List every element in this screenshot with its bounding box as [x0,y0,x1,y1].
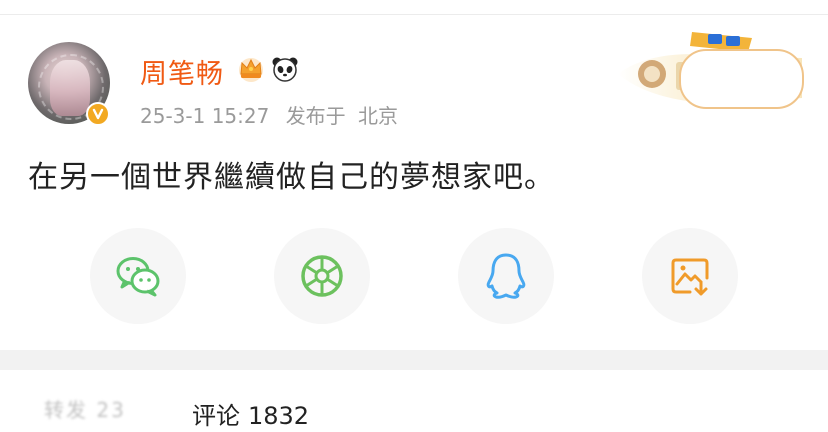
comments-label: 评论 [192,402,240,430]
post-location: 北京 [358,104,399,128]
fan-card-decoration[interactable] [612,28,808,114]
post-time: 25-3-1 15:27 [140,104,270,128]
weibo-post-screen: 周笔畅 25-3-1 15:27 发布于 北京 在另一個世界繼續做自己的夢想家吧… [0,0,828,432]
section-gap [0,350,828,370]
wechat-icon [116,257,160,297]
qq-icon [486,253,526,299]
share-qq-button[interactable] [458,228,554,324]
tab-reposts[interactable]: 转发 23 [44,394,126,423]
avatar-figure-shape [50,60,90,116]
share-moments-button[interactable] [274,228,370,324]
moments-icon [301,255,343,297]
crown-icon[interactable] [236,54,266,84]
post-meta: 25-3-1 15:27 发布于 北京 [140,100,398,129]
post-text: 在另一個世界繼續做自己的夢想家吧。 [28,160,555,195]
username[interactable]: 周笔畅 [140,52,224,91]
verified-v-icon [86,102,110,126]
tab-comments[interactable]: 评论 1832 [192,396,309,431]
posted-at-label: 发布于 [285,104,346,128]
save-image-icon [671,258,709,296]
save-image-button[interactable] [642,228,738,324]
top-divider [0,14,828,15]
comments-count: 1832 [248,402,310,430]
panda-icon[interactable] [270,54,300,84]
share-wechat-button[interactable] [90,228,186,324]
